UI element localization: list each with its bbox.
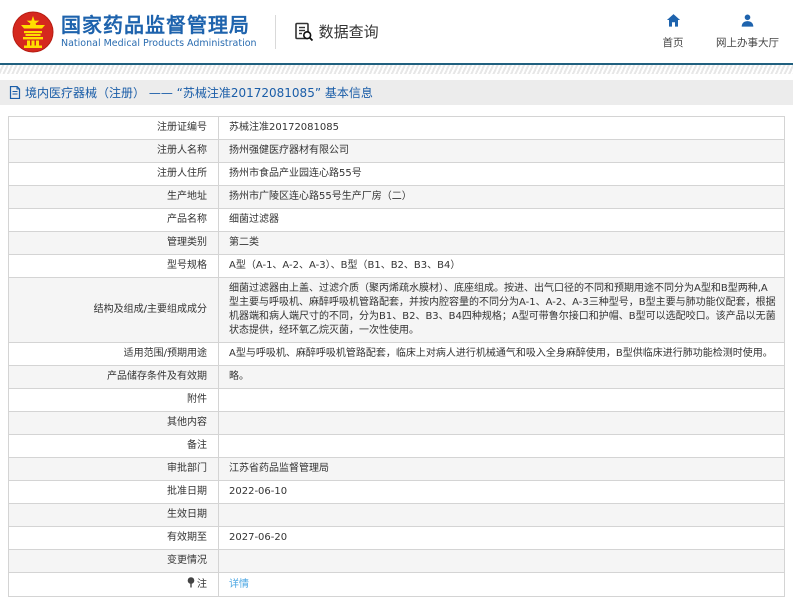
row-label: 型号规格	[8, 254, 219, 278]
nav-item-label: 首页	[662, 37, 684, 49]
table-row: 管理类别 第二类	[8, 231, 785, 255]
row-label: 备注	[8, 434, 219, 458]
registration-info-table: 注册证编号 苏械注准20172081085 注册人名称 扬州强健医疗器材有限公司 注册人…	[8, 116, 785, 597]
table-row: 变更情况	[8, 549, 785, 573]
row-value: 细菌过滤器由上盖、过滤介质（聚丙烯疏水膜材）、底座组成。按进、出气口径的不同和预…	[218, 277, 785, 343]
row-value: 江苏省药品监督管理局	[218, 457, 785, 481]
nav-item-label: 网上办事大厅	[716, 37, 779, 49]
table-row: 生产地址 扬州市广陵区连心路55号生产厂房（二）	[8, 185, 785, 209]
table-row: 注册人住所 扬州市食品产业园连心路55号	[8, 162, 785, 186]
org-name-cn: 国家药品监督管理局	[61, 13, 250, 37]
row-value: 苏械注准20172081085	[218, 116, 785, 140]
row-value: 扬州市食品产业园连心路55号	[218, 162, 785, 186]
site-header: 国家药品监督管理局 National Medical Products Admi…	[0, 0, 793, 63]
breadcrumb: 境内医疗器械（注册） —— “苏械注准20172081085” 基本信息	[0, 80, 793, 105]
document-icon	[9, 86, 21, 99]
row-value	[218, 434, 785, 458]
row-label: 产品名称	[8, 208, 219, 232]
row-label: 变更情况	[8, 549, 219, 573]
row-value: 扬州市广陵区连心路55号生产厂房（二）	[218, 185, 785, 209]
row-label: 注册证编号	[8, 116, 219, 140]
national-emblem-icon	[12, 11, 54, 52]
table-row: 型号规格 A型（A-1、A-2、A-3）、B型（B1、B2、B3、B4）	[8, 254, 785, 278]
row-label: 有效期至	[8, 526, 219, 550]
row-label: 审批部门	[8, 457, 219, 481]
row-label: 其他内容	[8, 411, 219, 435]
nav-item-service-hall[interactable]: 网上办事大厅	[716, 13, 779, 50]
brand-text: 国家药品监督管理局 National Medical Products Admi…	[61, 13, 271, 50]
row-label: 注册人名称	[8, 139, 219, 163]
row-label: 适用范围/预期用途	[8, 342, 219, 366]
row-value: 2022-06-10	[218, 480, 785, 504]
table-row: 附件	[8, 388, 785, 412]
data-query-label: 数据查询	[318, 23, 379, 41]
row-label: 注册人住所	[8, 162, 219, 186]
row-label: 附件	[8, 388, 219, 412]
row-value	[218, 388, 785, 412]
table-row: 生效日期	[8, 503, 785, 527]
table-row: 适用范围/预期用途 A型与呼吸机、麻醉呼吸机管路配套，临床上对病人进行机械通气和吸…	[8, 342, 785, 366]
row-value: 2027-06-20	[218, 526, 785, 550]
pin-note-icon	[187, 577, 195, 588]
nmpa-logo[interactable]: 国家药品监督管理局 National Medical Products Admi…	[12, 11, 271, 53]
row-value: A型（A-1、A-2、A-3）、B型（B1、B2、B3、B4）	[218, 254, 785, 278]
top-nav: 首页 网上办事大厅	[656, 13, 779, 50]
row-value: A型与呼吸机、麻醉呼吸机管路配套，临床上对病人进行机械通气和吸入全身麻醉使用，B…	[218, 342, 785, 366]
row-value	[218, 503, 785, 527]
table-row: 注详情	[8, 572, 785, 597]
document-search-icon	[294, 22, 313, 41]
table-row: 其他内容	[8, 411, 785, 435]
table-row: 备注	[8, 434, 785, 458]
data-query-tab[interactable]: 数据查询	[274, 14, 379, 49]
detail-link[interactable]: 详情	[229, 579, 249, 590]
row-value: 第二类	[218, 231, 785, 255]
table-wrap: 注册证编号 苏械注准20172081085 注册人名称 扬州强健医疗器材有限公司 注册人…	[0, 105, 793, 597]
row-label: 生效日期	[8, 503, 219, 527]
table-row: 结构及组成/主要组成成分 细菌过滤器由上盖、过滤介质（聚丙烯疏水膜材）、底座组成。…	[8, 277, 785, 343]
row-label: 管理类别	[8, 231, 219, 255]
table-row: 产品储存条件及有效期 略。	[8, 365, 785, 389]
page: 国家药品监督管理局 National Medical Products Admi…	[0, 0, 793, 597]
row-value: 详情	[218, 572, 785, 597]
page-title: 境内医疗器械（注册） —— “苏械注准20172081085” 基本信息	[25, 86, 373, 100]
row-value: 扬州强健医疗器材有限公司	[218, 139, 785, 163]
row-label: 批准日期	[8, 480, 219, 504]
table-row: 审批部门 江苏省药品监督管理局	[8, 457, 785, 481]
row-label: 产品储存条件及有效期	[8, 365, 219, 389]
table-row: 注册证编号 苏械注准20172081085	[8, 116, 785, 140]
table-row: 注册人名称 扬州强健医疗器材有限公司	[8, 139, 785, 163]
home-icon	[666, 13, 681, 32]
org-name-en: National Medical Products Administration	[61, 38, 257, 49]
row-label: 结构及组成/主要组成成分	[8, 277, 219, 343]
hatch-band	[0, 65, 793, 74]
user-icon	[740, 13, 755, 32]
row-value: 细菌过滤器	[218, 208, 785, 232]
table-row: 批准日期 2022-06-10	[8, 480, 785, 504]
row-value	[218, 411, 785, 435]
row-label: 生产地址	[8, 185, 219, 209]
table-row: 产品名称 细菌过滤器	[8, 208, 785, 232]
row-label: 注	[8, 572, 219, 597]
row-value: 略。	[218, 365, 785, 389]
row-value	[218, 549, 785, 573]
nav-item-home[interactable]: 首页	[656, 13, 690, 50]
table-row: 有效期至 2027-06-20	[8, 526, 785, 550]
